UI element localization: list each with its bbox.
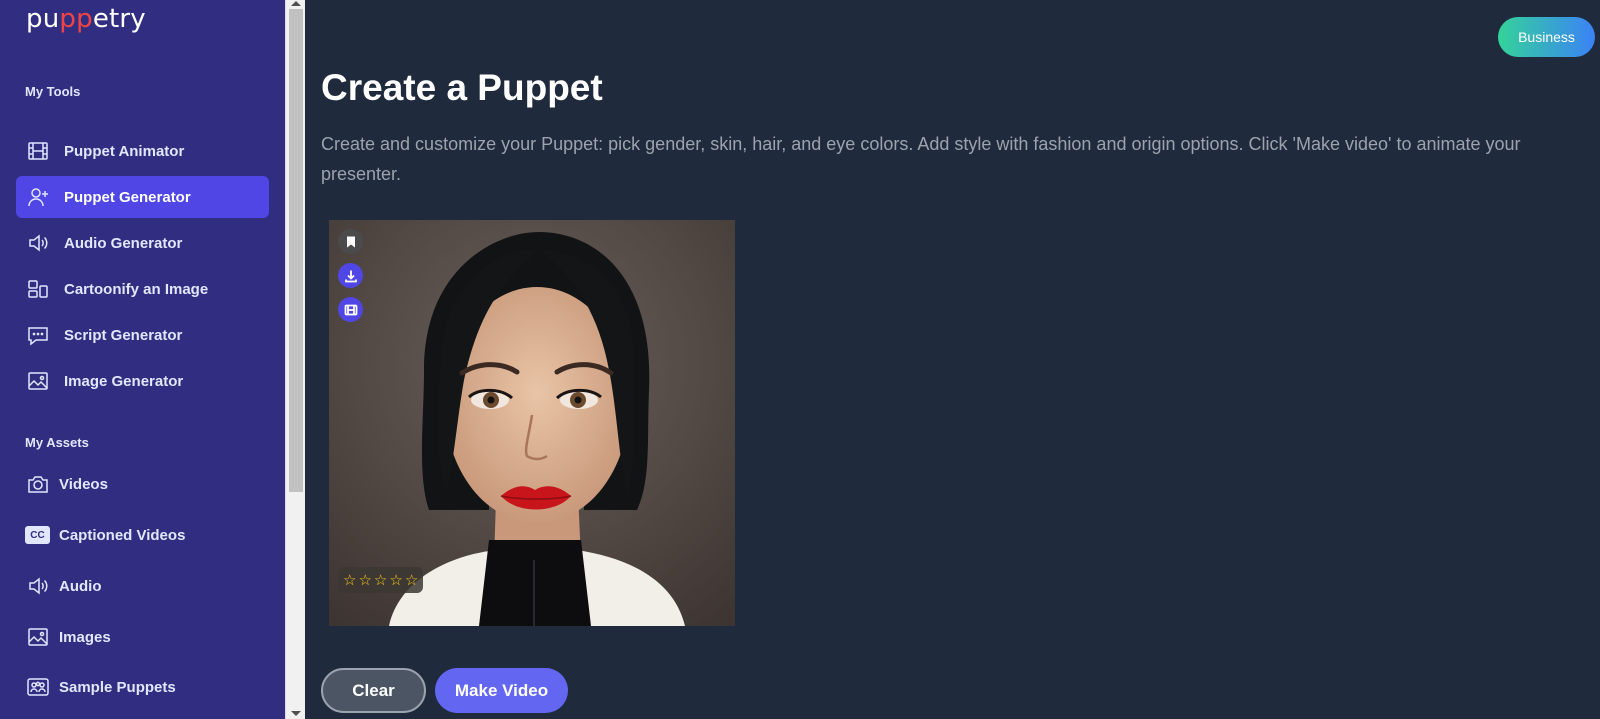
sidebar: puppetry My Tools Puppet Animator Puppet… bbox=[0, 0, 285, 719]
page-title: Create a Puppet bbox=[321, 67, 603, 108]
sidebar-item-label: Puppet Generator bbox=[64, 188, 191, 206]
star-rating: ☆ ☆ ☆ ☆ ☆ bbox=[338, 567, 424, 593]
puppet-portrait-image bbox=[329, 220, 735, 626]
bookmark-icon[interactable] bbox=[338, 229, 363, 254]
film-icon[interactable] bbox=[338, 297, 363, 322]
sidebar-item-audio-generator[interactable]: Audio Generator bbox=[16, 222, 269, 264]
rating-star-icon[interactable]: ☆ bbox=[358, 572, 371, 588]
sidebar-item-image-generator[interactable]: Image Generator bbox=[16, 360, 269, 402]
rating-star-icon[interactable]: ☆ bbox=[374, 572, 387, 588]
sidebar-item-label: Script Generator bbox=[64, 326, 183, 344]
sidebar-item-script-generator[interactable]: Script Generator bbox=[16, 314, 269, 356]
people-icon bbox=[25, 675, 50, 699]
sidebar-item-captioned-videos[interactable]: CC Captioned Videos bbox=[16, 514, 269, 556]
user-plus-icon bbox=[26, 185, 50, 209]
sidebar-item-puppet-generator[interactable]: Puppet Generator bbox=[16, 176, 269, 218]
image-icon bbox=[26, 369, 50, 393]
layout-icon bbox=[26, 277, 50, 301]
sidebar-item-label: Image Generator bbox=[64, 372, 184, 390]
rating-star-icon[interactable]: ☆ bbox=[405, 572, 418, 588]
my-tools-heading: My Tools bbox=[25, 84, 81, 99]
sidebar-item-label: Images bbox=[59, 628, 111, 646]
scroll-down-arrow-icon[interactable] bbox=[291, 711, 301, 716]
camera-icon bbox=[25, 472, 50, 496]
scroll-thumb[interactable] bbox=[289, 9, 303, 492]
my-assets-heading: My Assets bbox=[25, 435, 89, 450]
speaker-icon bbox=[26, 231, 50, 255]
rating-star-icon[interactable]: ☆ bbox=[343, 572, 356, 588]
speaker-icon bbox=[25, 574, 50, 598]
sidebar-item-puppet-animator[interactable]: Puppet Animator bbox=[16, 130, 269, 172]
page-description: Create and customize your Puppet: pick g… bbox=[321, 134, 1521, 184]
sidebar-item-label: Captioned Videos bbox=[59, 526, 186, 544]
rating-star-icon[interactable]: ☆ bbox=[389, 572, 402, 588]
download-icon[interactable] bbox=[338, 263, 363, 288]
sidebar-item-label: Videos bbox=[59, 475, 108, 493]
sidebar-item-label: Audio bbox=[59, 577, 102, 595]
sidebar-item-label: Audio Generator bbox=[64, 234, 183, 252]
puppetry-logo[interactable]: puppetry bbox=[26, 4, 146, 34]
image-icon bbox=[25, 625, 50, 649]
cc-icon: CC bbox=[25, 523, 50, 547]
chat-icon bbox=[26, 323, 50, 347]
sidebar-item-label: Puppet Animator bbox=[64, 142, 185, 160]
sidebar-scrollbar[interactable] bbox=[285, 0, 305, 719]
sidebar-item-sample-puppets[interactable]: Sample Puppets bbox=[16, 666, 269, 708]
sidebar-item-videos[interactable]: Videos bbox=[16, 463, 269, 505]
sidebar-item-label: Cartoonify an Image bbox=[64, 280, 209, 298]
film-icon bbox=[26, 139, 50, 163]
make-video-button[interactable]: Make Video bbox=[435, 668, 568, 713]
sidebar-item-cartoonify[interactable]: Cartoonify an Image bbox=[16, 268, 269, 310]
puppet-card: ☆ ☆ ☆ ☆ ☆ bbox=[329, 220, 735, 626]
sidebar-item-images[interactable]: Images bbox=[16, 616, 269, 658]
sidebar-item-audio[interactable]: Audio bbox=[16, 565, 269, 607]
scroll-up-arrow-icon[interactable] bbox=[291, 1, 301, 6]
clear-button[interactable]: Clear bbox=[321, 668, 426, 713]
business-plan-button[interactable]: Business bbox=[1498, 17, 1595, 57]
sidebar-item-label: Sample Puppets bbox=[59, 678, 176, 696]
